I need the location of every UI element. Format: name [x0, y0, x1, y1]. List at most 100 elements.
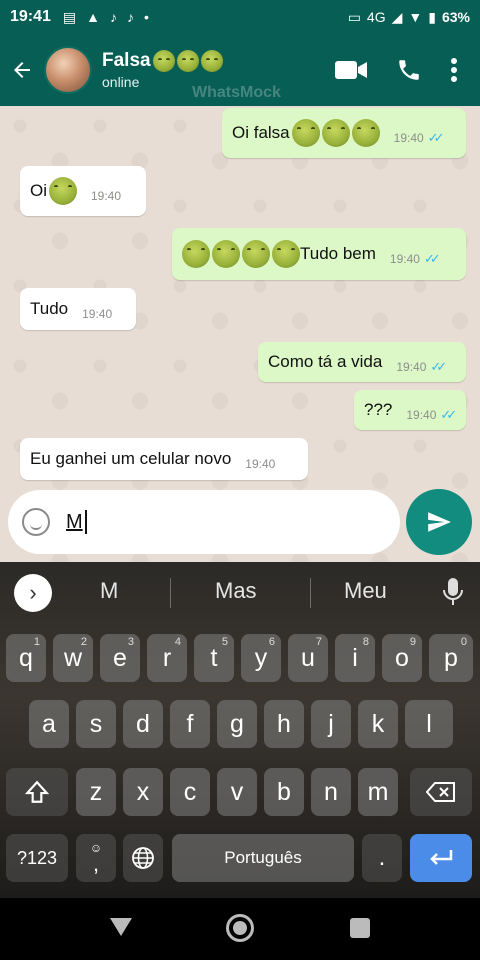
nauseated-face-icon — [321, 119, 350, 147]
message-time: 19:40 — [406, 408, 437, 422]
globe-icon — [132, 847, 154, 869]
signal-icon: ◢ — [391, 8, 403, 25]
read-ticks-icon: ✓✓ — [423, 251, 441, 266]
nauseated-face-icon — [176, 50, 199, 72]
nav-recents-icon[interactable] — [350, 918, 370, 938]
key-w[interactable]: w2 — [53, 634, 93, 682]
period-key[interactable]: . — [362, 834, 402, 882]
nav-back-icon[interactable] — [110, 918, 132, 936]
key-r[interactable]: r4 — [147, 634, 187, 682]
send-button[interactable] — [406, 489, 472, 555]
text-caret — [84, 510, 87, 534]
microphone-icon[interactable] — [440, 576, 466, 608]
video-call-icon[interactable] — [334, 58, 368, 82]
message-text: Oi — [30, 181, 47, 200]
message-text: Tudo — [30, 299, 69, 318]
message-input[interactable]: M — [66, 511, 83, 534]
symbols-key[interactable]: ?123 — [6, 834, 68, 882]
key-a[interactable]: a — [29, 700, 69, 748]
backspace-key[interactable] — [410, 768, 472, 816]
key-u[interactable]: u7 — [288, 634, 328, 682]
space-key[interactable]: Português — [172, 834, 354, 882]
network-type: 4G — [366, 9, 386, 25]
comma-key[interactable]: ☺ , — [76, 834, 116, 882]
key-z[interactable]: z — [76, 768, 116, 816]
phone-icon[interactable] — [396, 57, 422, 83]
tiktok-icon: ♪ — [110, 8, 118, 25]
message-time: 19:40 — [91, 189, 122, 203]
key-s[interactable]: s — [76, 700, 116, 748]
key-h[interactable]: h — [264, 700, 304, 748]
message-time: 19:40 — [393, 131, 424, 145]
message-text: ??? — [364, 400, 393, 419]
emoji-picker-icon[interactable] — [22, 508, 50, 536]
divider — [310, 578, 311, 608]
notification-icons: ▤ ▲ ♪ ♪ • — [63, 9, 149, 26]
cast-icon: ▭ — [347, 8, 361, 25]
message-bubble[interactable]: Oi 19:40 — [20, 166, 146, 216]
read-ticks-icon: ✓✓ — [440, 407, 457, 422]
suggestion-item[interactable]: Meu — [344, 578, 387, 604]
nauseated-face-icon — [242, 240, 270, 268]
key-n[interactable]: n — [311, 768, 351, 816]
key-j[interactable]: j — [311, 700, 351, 748]
battery-percent: 63% — [441, 9, 470, 25]
more-options-icon[interactable] — [450, 57, 458, 83]
back-button[interactable] — [0, 34, 44, 106]
backspace-icon — [426, 782, 455, 802]
key-b[interactable]: b — [264, 768, 304, 816]
key-m[interactable]: m — [358, 768, 398, 816]
nauseated-face-icon — [152, 50, 175, 72]
key-g[interactable]: g — [217, 700, 257, 748]
message-text: Como tá a vida — [268, 352, 383, 371]
nav-home-icon[interactable] — [226, 914, 254, 942]
message-time: 19:40 — [396, 360, 427, 374]
shift-key[interactable] — [6, 768, 68, 816]
key-i[interactable]: i8 — [335, 634, 375, 682]
key-x[interactable]: x — [123, 768, 163, 816]
alert-icon: ▲ — [86, 8, 101, 25]
nauseated-face-icon — [291, 119, 320, 147]
key-q[interactable]: q1 — [6, 634, 46, 682]
arrow-left-icon — [14, 62, 30, 78]
message-time: 19:40 — [245, 457, 276, 471]
message-bubble[interactable]: Tudo bem 19:40 ✓✓ — [172, 228, 466, 280]
nauseated-face-icon — [212, 240, 240, 268]
enter-icon — [430, 850, 453, 865]
read-ticks-icon: ✓✓ — [427, 130, 445, 145]
tiktok-icon: ♪ — [127, 8, 135, 25]
status-time: 19:41 — [10, 8, 51, 25]
suggestion-item[interactable]: M — [100, 578, 118, 604]
key-v[interactable]: v — [217, 768, 257, 816]
key-t[interactable]: t5 — [194, 634, 234, 682]
message-time: 19:40 — [82, 307, 113, 321]
key-e[interactable]: e3 — [100, 634, 140, 682]
key-y[interactable]: y6 — [241, 634, 281, 682]
key-k[interactable]: k — [358, 700, 398, 748]
message-bubble[interactable]: Tudo 19:40 — [20, 288, 136, 330]
read-ticks-icon: ✓✓ — [430, 359, 447, 374]
chevron-right-icon[interactable]: › — [14, 574, 52, 612]
message-bubble[interactable]: Oi falsa 19:40 ✓✓ — [222, 108, 466, 158]
key-o[interactable]: o9 — [382, 634, 422, 682]
suggestion-item[interactable]: Mas — [215, 578, 257, 604]
newspaper-icon: ▤ — [62, 8, 77, 25]
key-p[interactable]: p0 — [429, 634, 473, 682]
key-c[interactable]: c — [170, 768, 210, 816]
key-d[interactable]: d — [123, 700, 163, 748]
watermark: WhatsMock — [192, 84, 281, 101]
key-l[interactable]: l — [405, 700, 453, 748]
message-bubble[interactable]: Eu ganhei um celular novo 19:40 — [20, 438, 308, 480]
dot-icon: • — [144, 8, 149, 25]
system-icons: ▭ 4G ◢ ▼ ▮ 63% — [348, 9, 470, 26]
avatar[interactable] — [44, 46, 92, 94]
key-f[interactable]: f — [170, 700, 210, 748]
battery-icon: ▮ — [428, 8, 436, 25]
message-time: 19:40 — [389, 252, 420, 266]
nauseated-face-icon — [182, 240, 210, 268]
language-key[interactable] — [123, 834, 163, 882]
enter-key[interactable] — [410, 834, 472, 882]
message-composer: M — [8, 490, 400, 554]
message-bubble[interactable]: ??? 19:40 ✓✓ — [354, 390, 466, 430]
message-bubble[interactable]: Como tá a vida 19:40 ✓✓ — [258, 342, 466, 382]
